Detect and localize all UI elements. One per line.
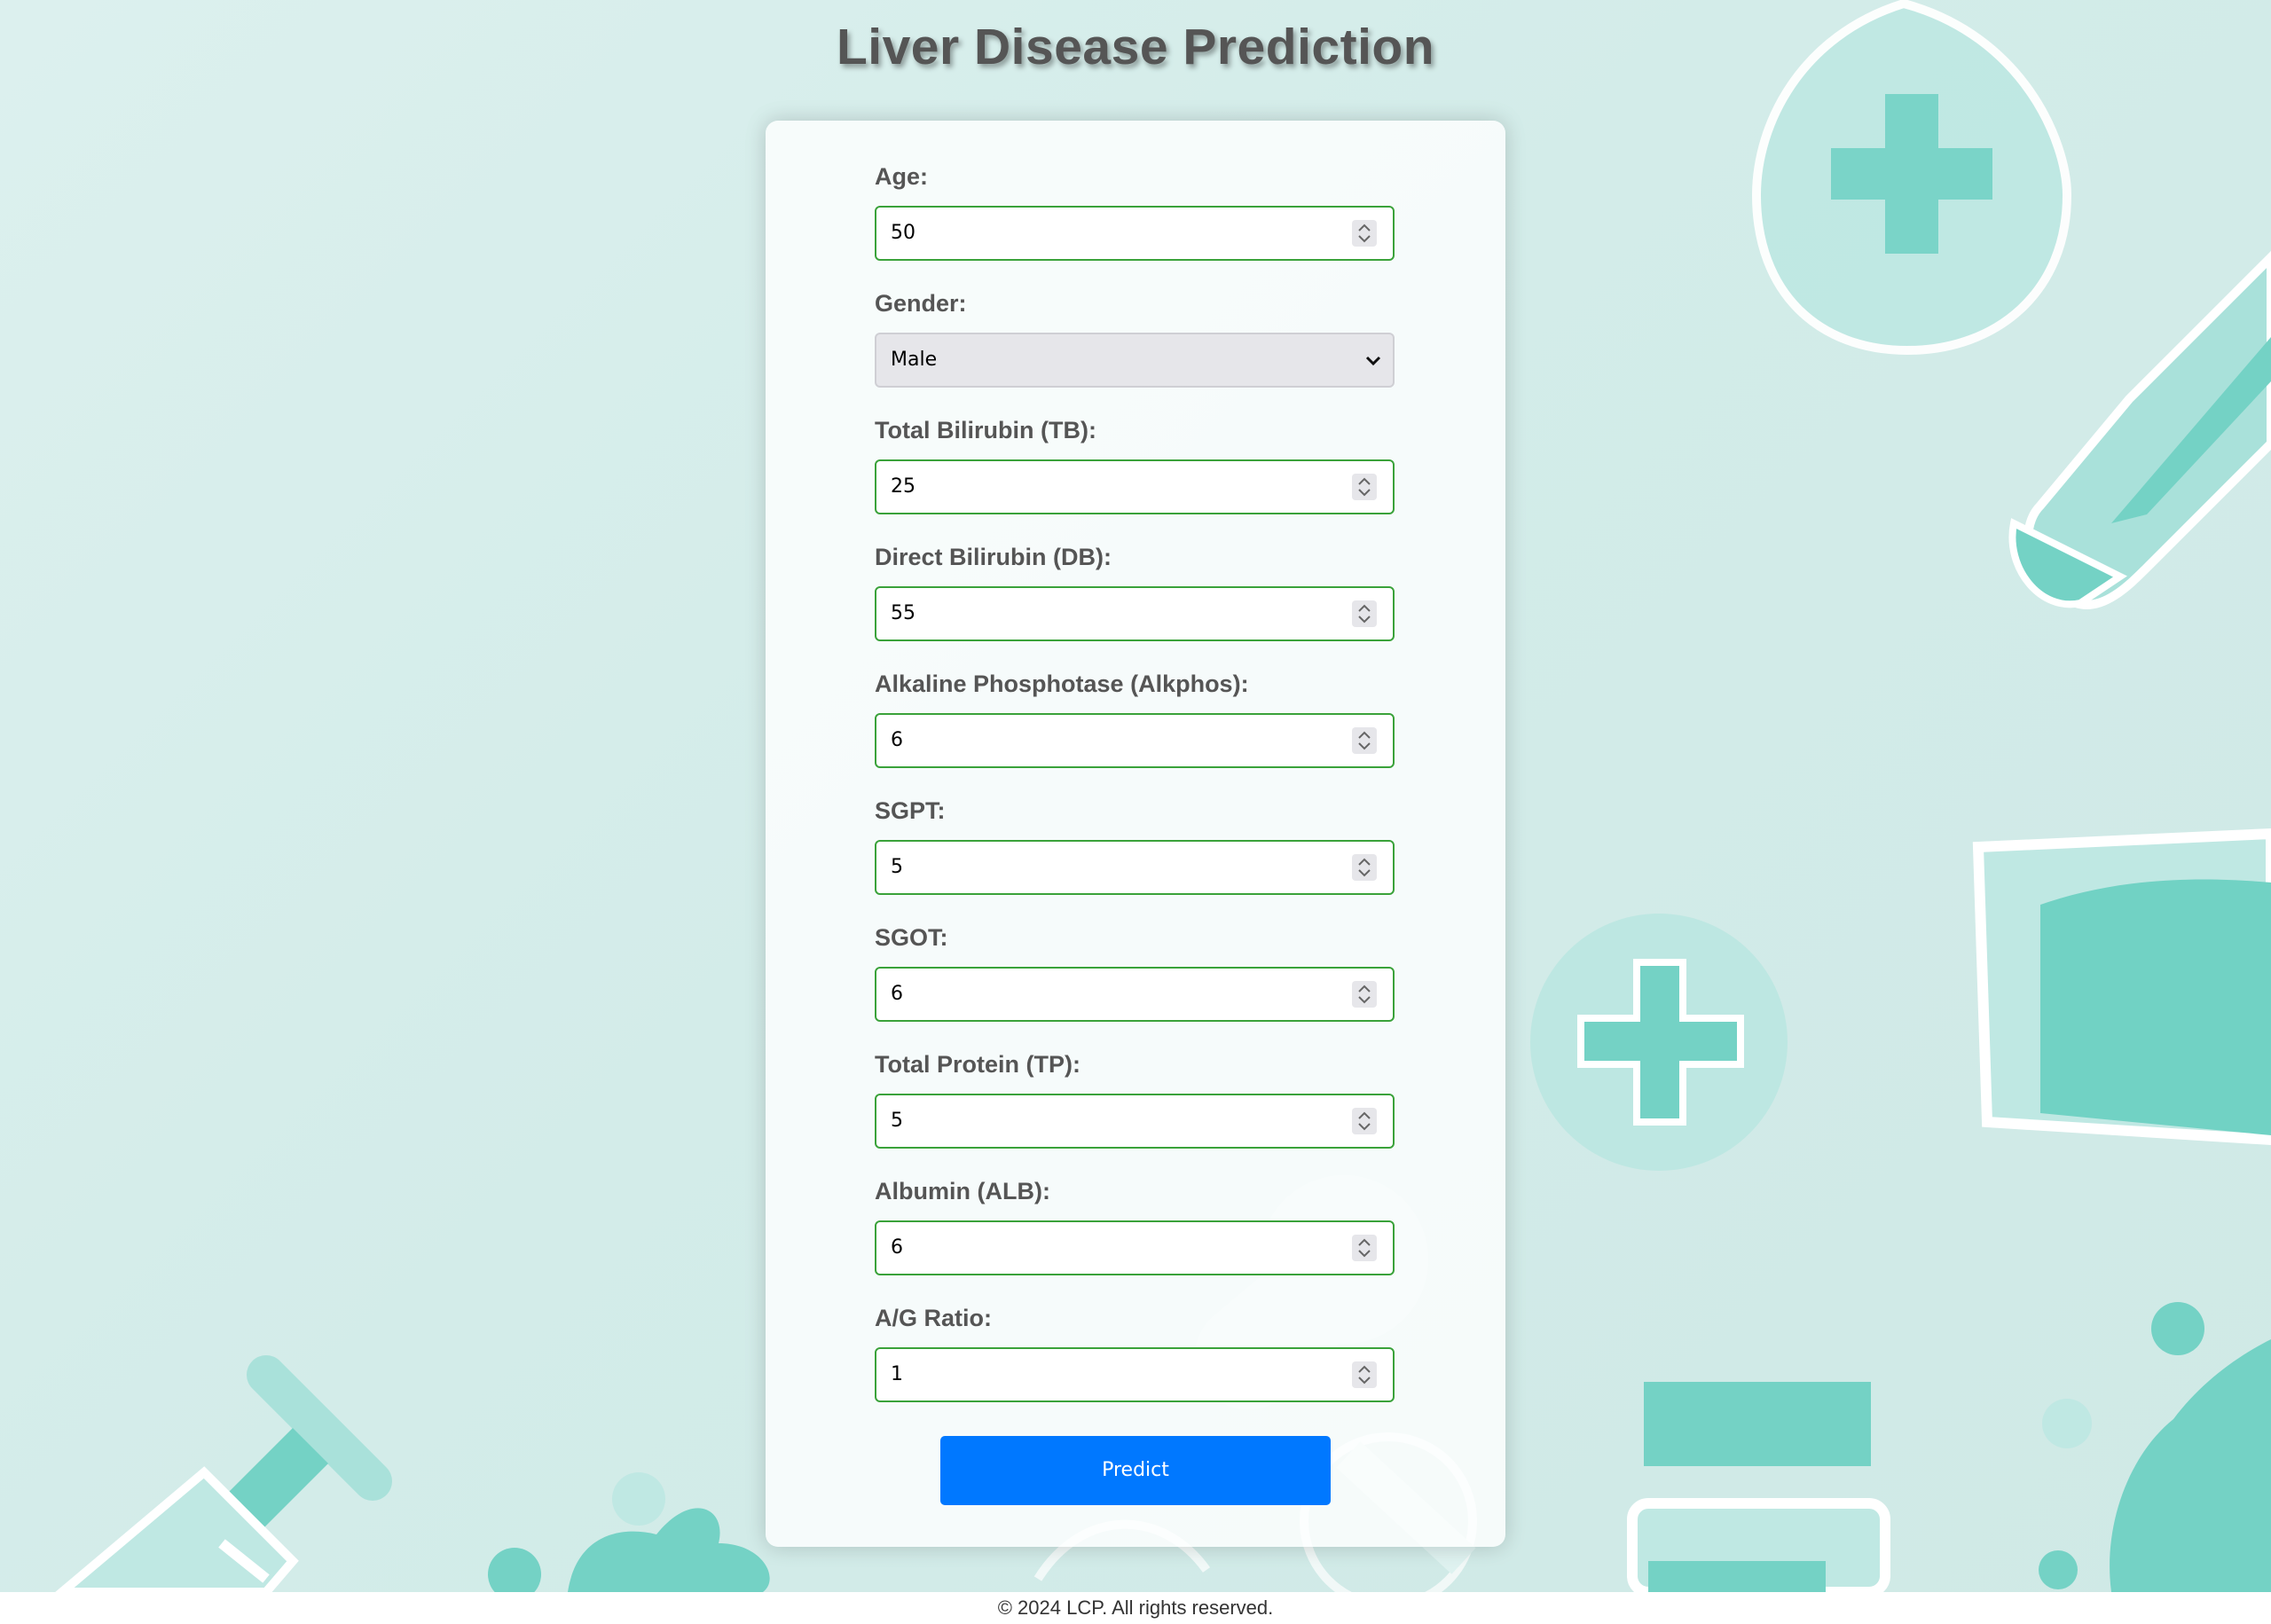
- spinner-arrows-icon[interactable]: [1352, 600, 1377, 627]
- spinner-arrows-icon[interactable]: [1352, 1235, 1377, 1261]
- predict-button[interactable]: Predict: [940, 1436, 1331, 1505]
- field-label: SGOT:: [875, 924, 948, 951]
- spinner-arrows-icon[interactable]: [1352, 1361, 1377, 1388]
- field-total-bilirubin: Total Bilirubin (TB): 25: [875, 416, 1395, 514]
- input-value: 6: [891, 729, 903, 751]
- page-title: Liver Disease Prediction: [836, 19, 1435, 75]
- spinner-arrows-icon[interactable]: [1352, 854, 1377, 881]
- spinner-arrows-icon[interactable]: [1352, 981, 1377, 1008]
- spinner-arrows-icon[interactable]: [1352, 220, 1377, 247]
- field-sgpt: SGPT: 5: [875, 796, 1395, 895]
- albumin-input[interactable]: 6: [875, 1220, 1395, 1275]
- field-age: Age: 50: [875, 162, 1395, 261]
- field-label: Age:: [875, 163, 928, 190]
- prediction-form: Age: 50 Gender: Male Total Bilirubin (TB…: [766, 121, 1505, 1547]
- field-label: Direct Bilirubin (DB):: [875, 544, 1112, 570]
- age-input[interactable]: 50: [875, 206, 1395, 261]
- field-direct-bilirubin: Direct Bilirubin (DB): 55: [875, 543, 1395, 641]
- input-value: 1: [891, 1363, 903, 1385]
- syringe-icon: [55, 1355, 392, 1592]
- sgpt-input[interactable]: 5: [875, 840, 1395, 895]
- field-total-protein: Total Protein (TP): 5: [875, 1050, 1395, 1149]
- select-value: Male: [891, 349, 938, 371]
- spinner-arrows-icon[interactable]: [1352, 1108, 1377, 1134]
- input-value: 55: [891, 602, 915, 624]
- field-label: Total Protein (TP):: [875, 1051, 1080, 1078]
- virus-icon-large: [2039, 1302, 2271, 1592]
- chevron-down-icon: [1363, 349, 1384, 375]
- input-value: 25: [891, 475, 915, 498]
- field-ag-ratio: A/G Ratio: 1: [875, 1304, 1395, 1402]
- field-gender: Gender: Male: [875, 289, 1395, 388]
- total-bilirubin-input[interactable]: 25: [875, 459, 1395, 514]
- dropper-icon: [2008, 250, 2271, 609]
- field-sgot: SGOT: 6: [875, 923, 1395, 1022]
- input-value: 6: [891, 1236, 903, 1259]
- field-albumin: Albumin (ALB): 6: [875, 1177, 1395, 1275]
- footer-copyright: © 2024 LCP. All rights reserved.: [0, 1592, 2271, 1624]
- total-protein-input[interactable]: 5: [875, 1094, 1395, 1149]
- direct-bilirubin-input[interactable]: 55: [875, 586, 1395, 641]
- alkaline-phosphotase-input[interactable]: 6: [875, 713, 1395, 768]
- input-value: 5: [891, 1110, 903, 1132]
- input-value: 50: [891, 222, 915, 244]
- field-label: A/G Ratio:: [875, 1305, 992, 1331]
- field-label: Albumin (ALB):: [875, 1178, 1050, 1204]
- ag-ratio-input[interactable]: 1: [875, 1347, 1395, 1402]
- face-mask-icon: [1972, 828, 2271, 1146]
- input-value: 5: [891, 856, 903, 878]
- medical-cross-icon: [1530, 914, 1788, 1171]
- sgot-input[interactable]: 6: [875, 967, 1395, 1022]
- field-label: Gender:: [875, 290, 967, 317]
- field-label: SGPT:: [875, 797, 946, 824]
- medicine-bottle-icon: [1627, 1382, 1890, 1592]
- virus-icon: [488, 1472, 770, 1592]
- input-value: 6: [891, 983, 903, 1005]
- field-label: Total Bilirubin (TB):: [875, 417, 1096, 443]
- spinner-arrows-icon[interactable]: [1352, 474, 1377, 500]
- field-label: Alkaline Phosphotase (Alkphos):: [875, 671, 1249, 697]
- gender-select[interactable]: Male: [875, 333, 1395, 388]
- spinner-arrows-icon[interactable]: [1352, 727, 1377, 754]
- field-alkaline-phosphotase: Alkaline Phosphotase (Alkphos): 6: [875, 670, 1395, 768]
